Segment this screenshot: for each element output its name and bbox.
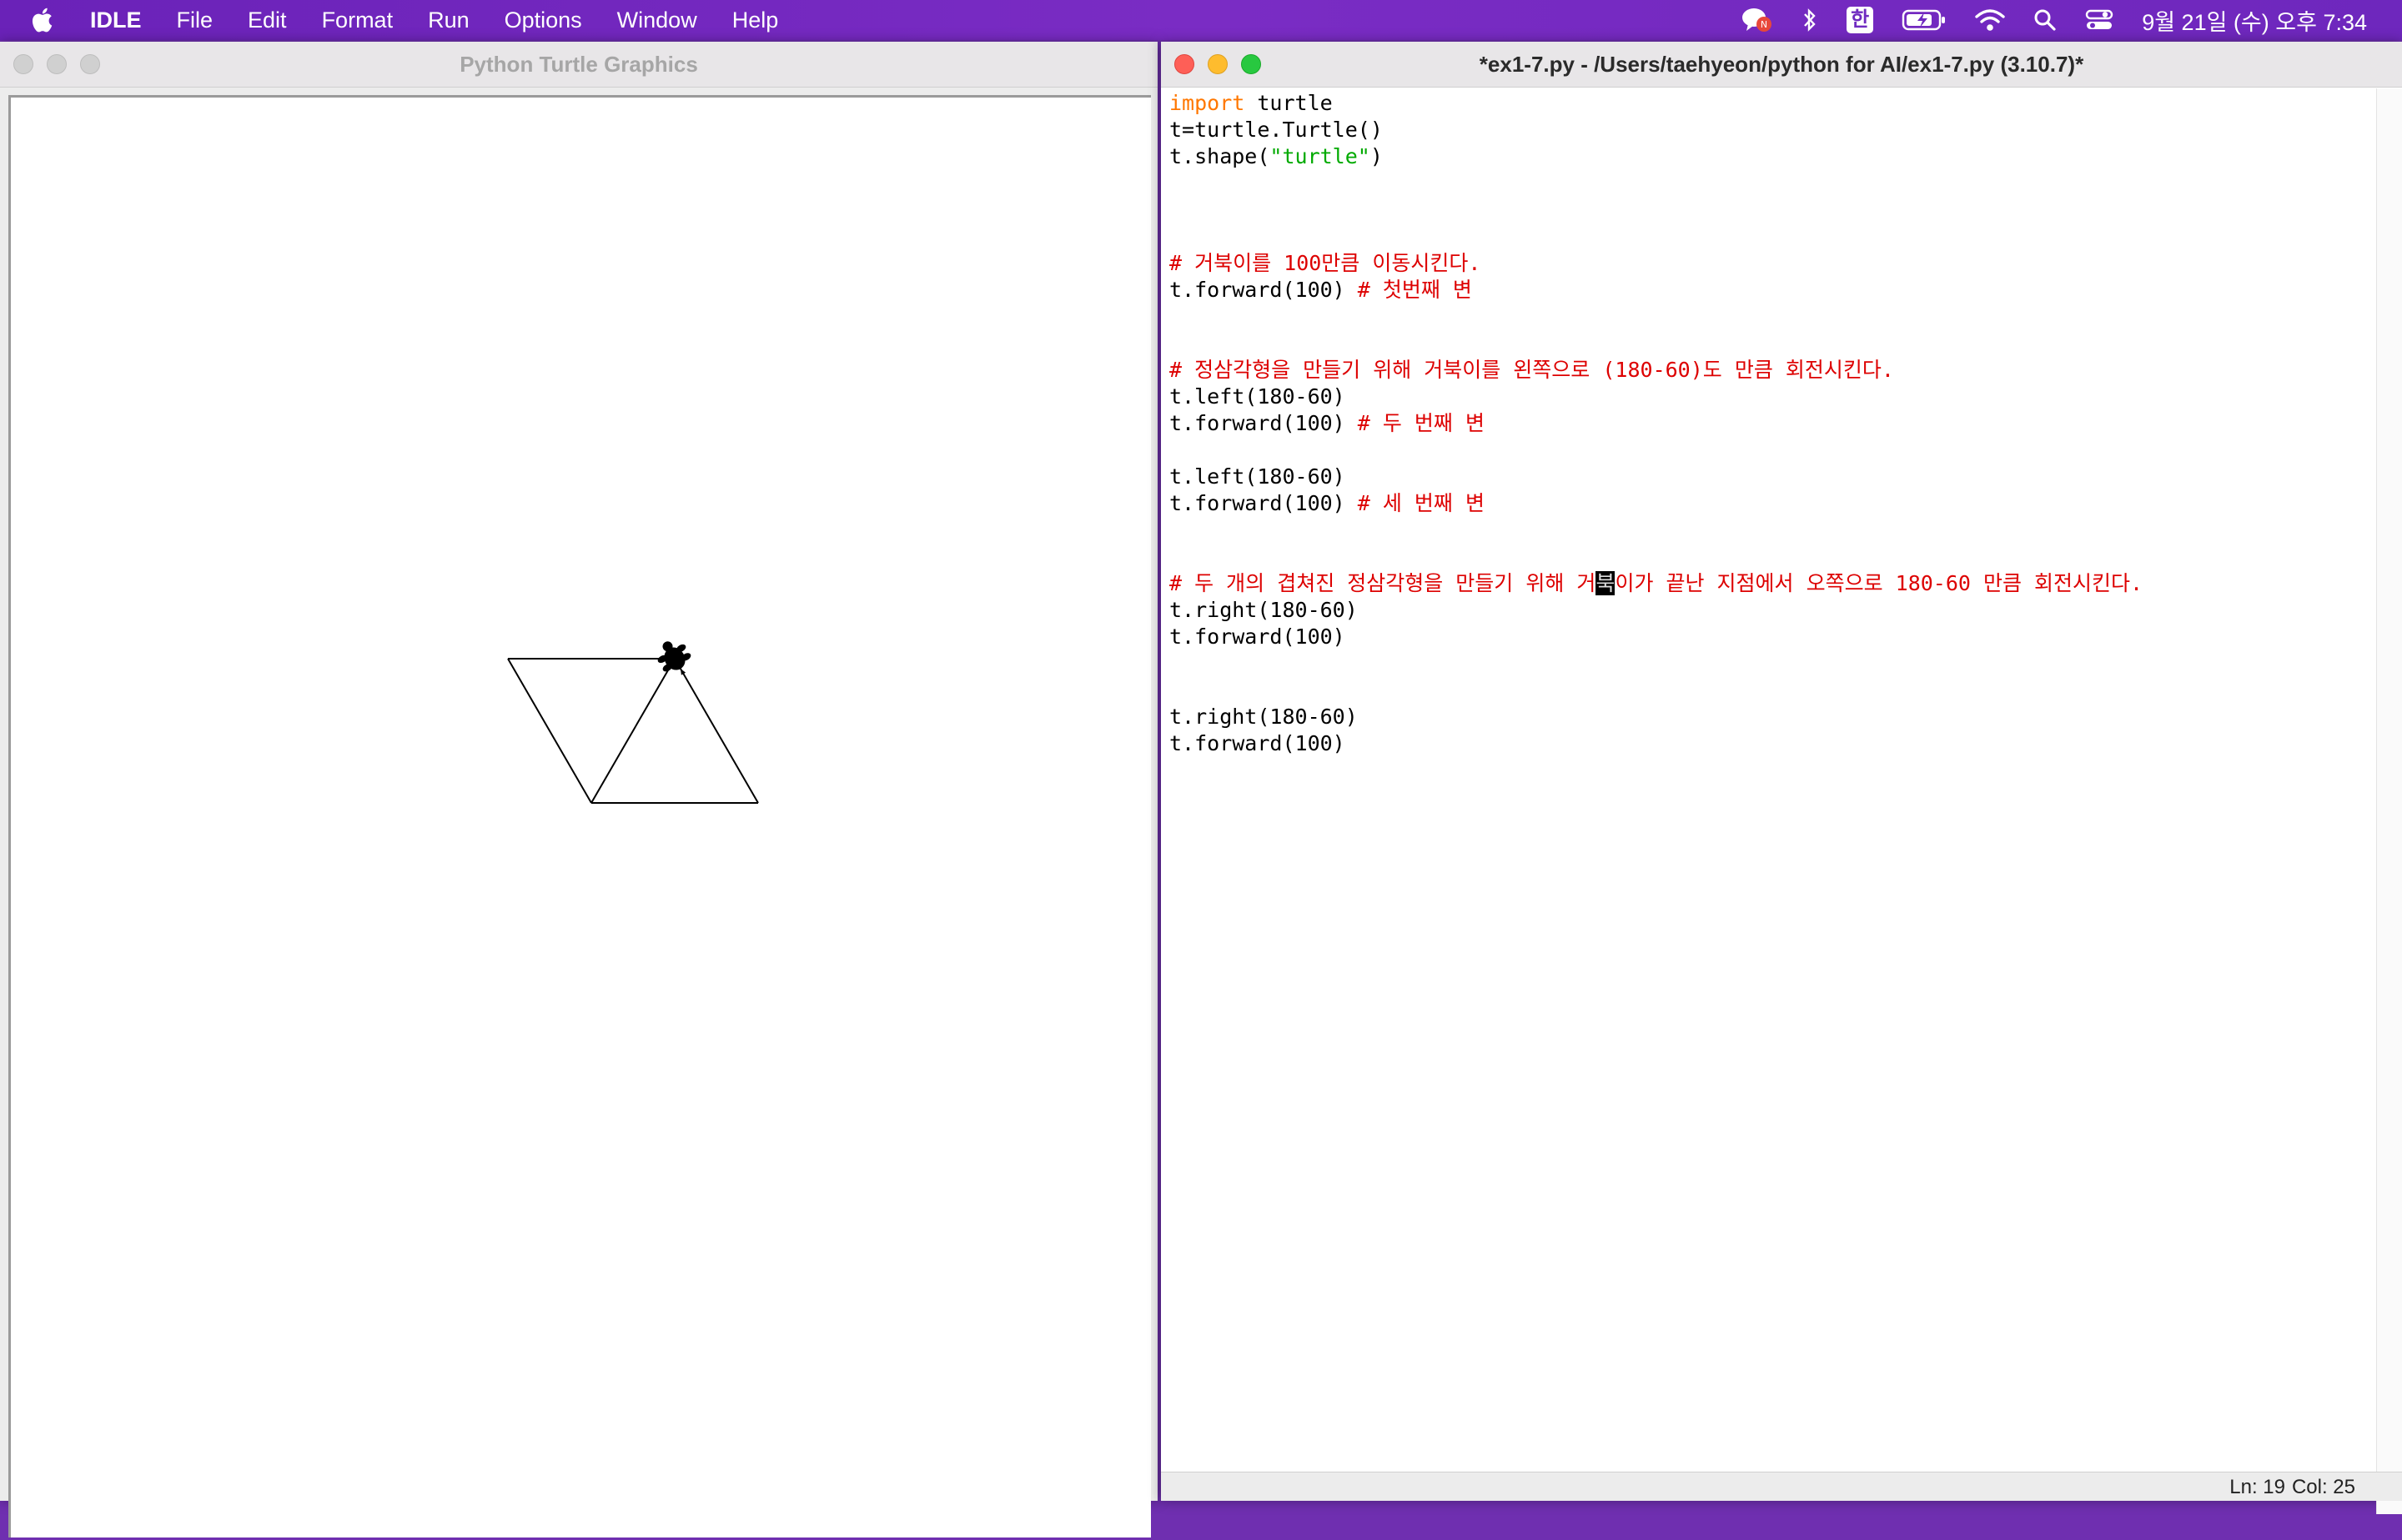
code-line: t.forward(100) — [1169, 730, 2370, 757]
code-text: t.forward(100) — [1169, 731, 1345, 755]
editor-window-titlebar[interactable]: *ex1-7.py - /Users/taehyeon/python for A… — [1161, 42, 2402, 88]
code-text: t.forward(100) — [1169, 491, 1358, 515]
control-center-icon[interactable] — [2085, 8, 2113, 32]
code-line: import turtle — [1169, 90, 2370, 117]
keyword-token: import — [1169, 91, 1245, 115]
menu-file[interactable]: File — [177, 8, 214, 33]
minimize-button[interactable] — [1208, 54, 1228, 74]
drawn-line — [674, 658, 759, 804]
code-line: t.shape("turtle") — [1169, 143, 2370, 170]
status-column-number: Col: 25 — [2291, 1476, 2355, 1498]
editor-window-controls — [1174, 54, 1274, 74]
code-text: t.left(180-60) — [1169, 384, 1345, 409]
turtle-window-titlebar[interactable]: Python Turtle Graphics — [0, 42, 1158, 88]
code-text: t.shape( — [1169, 144, 1270, 168]
code-line: t.right(180-60) — [1169, 704, 2370, 730]
vertical-scrollbar[interactable] — [2376, 88, 2402, 1514]
menu-bar: IDLE File Edit Format Run Options Window… — [0, 0, 2402, 40]
spotlight-search-icon[interactable] — [2033, 8, 2057, 32]
triangle-drawing — [507, 658, 759, 804]
code-text: turtle — [1244, 91, 1333, 115]
turtle-window-controls — [13, 54, 113, 74]
code-line: # 정삼각형을 만들기 위해 거북이를 왼쪽으로 (180-60)도 만큼 회전… — [1169, 357, 2370, 384]
turtle-canvas[interactable] — [8, 95, 1151, 1537]
bluetooth-icon[interactable] — [1802, 8, 1818, 33]
input-method-icon[interactable]: 한 — [1847, 7, 1874, 33]
menu-app-idle[interactable]: IDLE — [90, 8, 142, 33]
minimize-button[interactable] — [47, 54, 67, 74]
input-method-label: 한 — [1847, 7, 1874, 33]
menu-help[interactable]: Help — [732, 8, 779, 33]
status-line-number: Ln: 19 — [2229, 1476, 2285, 1498]
wifi-icon[interactable] — [1975, 8, 2005, 32]
comment-token: # 세 번째 변 — [1357, 491, 1485, 515]
code-line: t.forward(100) # 첫번째 변 — [1169, 277, 2370, 303]
menu-run[interactable]: Run — [428, 8, 470, 33]
comment-token: # 두 번째 변 — [1357, 411, 1485, 435]
kakaotalk-icon[interactable]: N — [1740, 6, 1773, 34]
svg-text:N: N — [1761, 19, 1767, 30]
close-button[interactable] — [1174, 54, 1194, 74]
menubar-clock[interactable]: 9월 21일 (수) 오후 7:34 — [2142, 4, 2367, 37]
code-text: t.forward(100) — [1169, 411, 1358, 435]
comment-token: # 정삼각형을 만들기 위해 거북이를 왼쪽으로 (180-60)도 만큼 회전… — [1169, 358, 1894, 382]
code-text: t.right(180-60) — [1169, 705, 1358, 729]
comment-token: 이가 끝난 지점에서 오쪽으로 180-60 만큼 회전시킨다. — [1615, 571, 2143, 595]
code-line: t.right(180-60) — [1169, 597, 2370, 624]
code-line: t.left(180-60) — [1169, 384, 2370, 410]
code-line: t.forward(100) # 두 번째 변 — [1169, 410, 2370, 437]
code-text: ) — [1369, 144, 1383, 168]
drawn-line — [590, 658, 676, 804]
code-line: t=turtle.Turtle() — [1169, 117, 2370, 143]
idle-editor-window: *ex1-7.py - /Users/taehyeon/python for A… — [1161, 42, 2402, 1514]
code-line: t.left(180-60) — [1169, 464, 2370, 490]
turtle-window-title: Python Turtle Graphics — [460, 51, 698, 77]
comment-token: # 첫번째 변 — [1357, 278, 1472, 302]
close-button[interactable] — [13, 54, 33, 74]
zoom-button[interactable] — [80, 54, 100, 74]
code-line: t.forward(100) — [1169, 624, 2370, 650]
comment-token: # 두 개의 겹쳐진 정삼각형을 만들기 위해 거 — [1169, 571, 1596, 595]
zoom-button[interactable] — [1241, 54, 1261, 74]
text-cursor: 북 — [1595, 571, 1616, 595]
code-line: # 두 개의 겹쳐진 정삼각형을 만들기 위해 거북이가 끝난 지점에서 오쪽으… — [1169, 570, 2370, 597]
code-text: t.right(180-60) — [1169, 598, 1358, 622]
code-text: t.left(180-60) — [1169, 464, 1345, 489]
code-editor[interactable]: import turtle t=turtle.Turtle() t.shape(… — [1169, 90, 2370, 1507]
menu-window[interactable]: Window — [617, 8, 697, 33]
turtle-graphics-window: Python Turtle Graphics — [0, 42, 1158, 1537]
code-text: t=turtle.Turtle() — [1169, 118, 1383, 142]
code-text: t.forward(100) — [1169, 625, 1345, 649]
menu-format[interactable]: Format — [322, 8, 394, 33]
drawn-line — [507, 658, 592, 804]
apple-logo-icon[interactable] — [28, 5, 58, 35]
code-line: t.forward(100) # 세 번째 변 — [1169, 490, 2370, 517]
code-line: # 거북이를 100만큼 이동시킨다. — [1169, 250, 2370, 277]
turtle-drawing — [507, 641, 759, 804]
editor-window-title: *ex1-7.py - /Users/taehyeon/python for A… — [1479, 51, 2084, 77]
menu-edit[interactable]: Edit — [248, 8, 287, 33]
string-token: "turtle" — [1269, 144, 1370, 168]
comment-token: # 거북이를 100만큼 이동시킨다. — [1169, 251, 1481, 275]
menu-options[interactable]: Options — [505, 8, 582, 33]
code-text: t.forward(100) — [1169, 278, 1358, 302]
battery-icon[interactable] — [1902, 8, 1947, 32]
editor-status-bar: Ln: 19 Col: 25 — [1161, 1472, 2402, 1501]
